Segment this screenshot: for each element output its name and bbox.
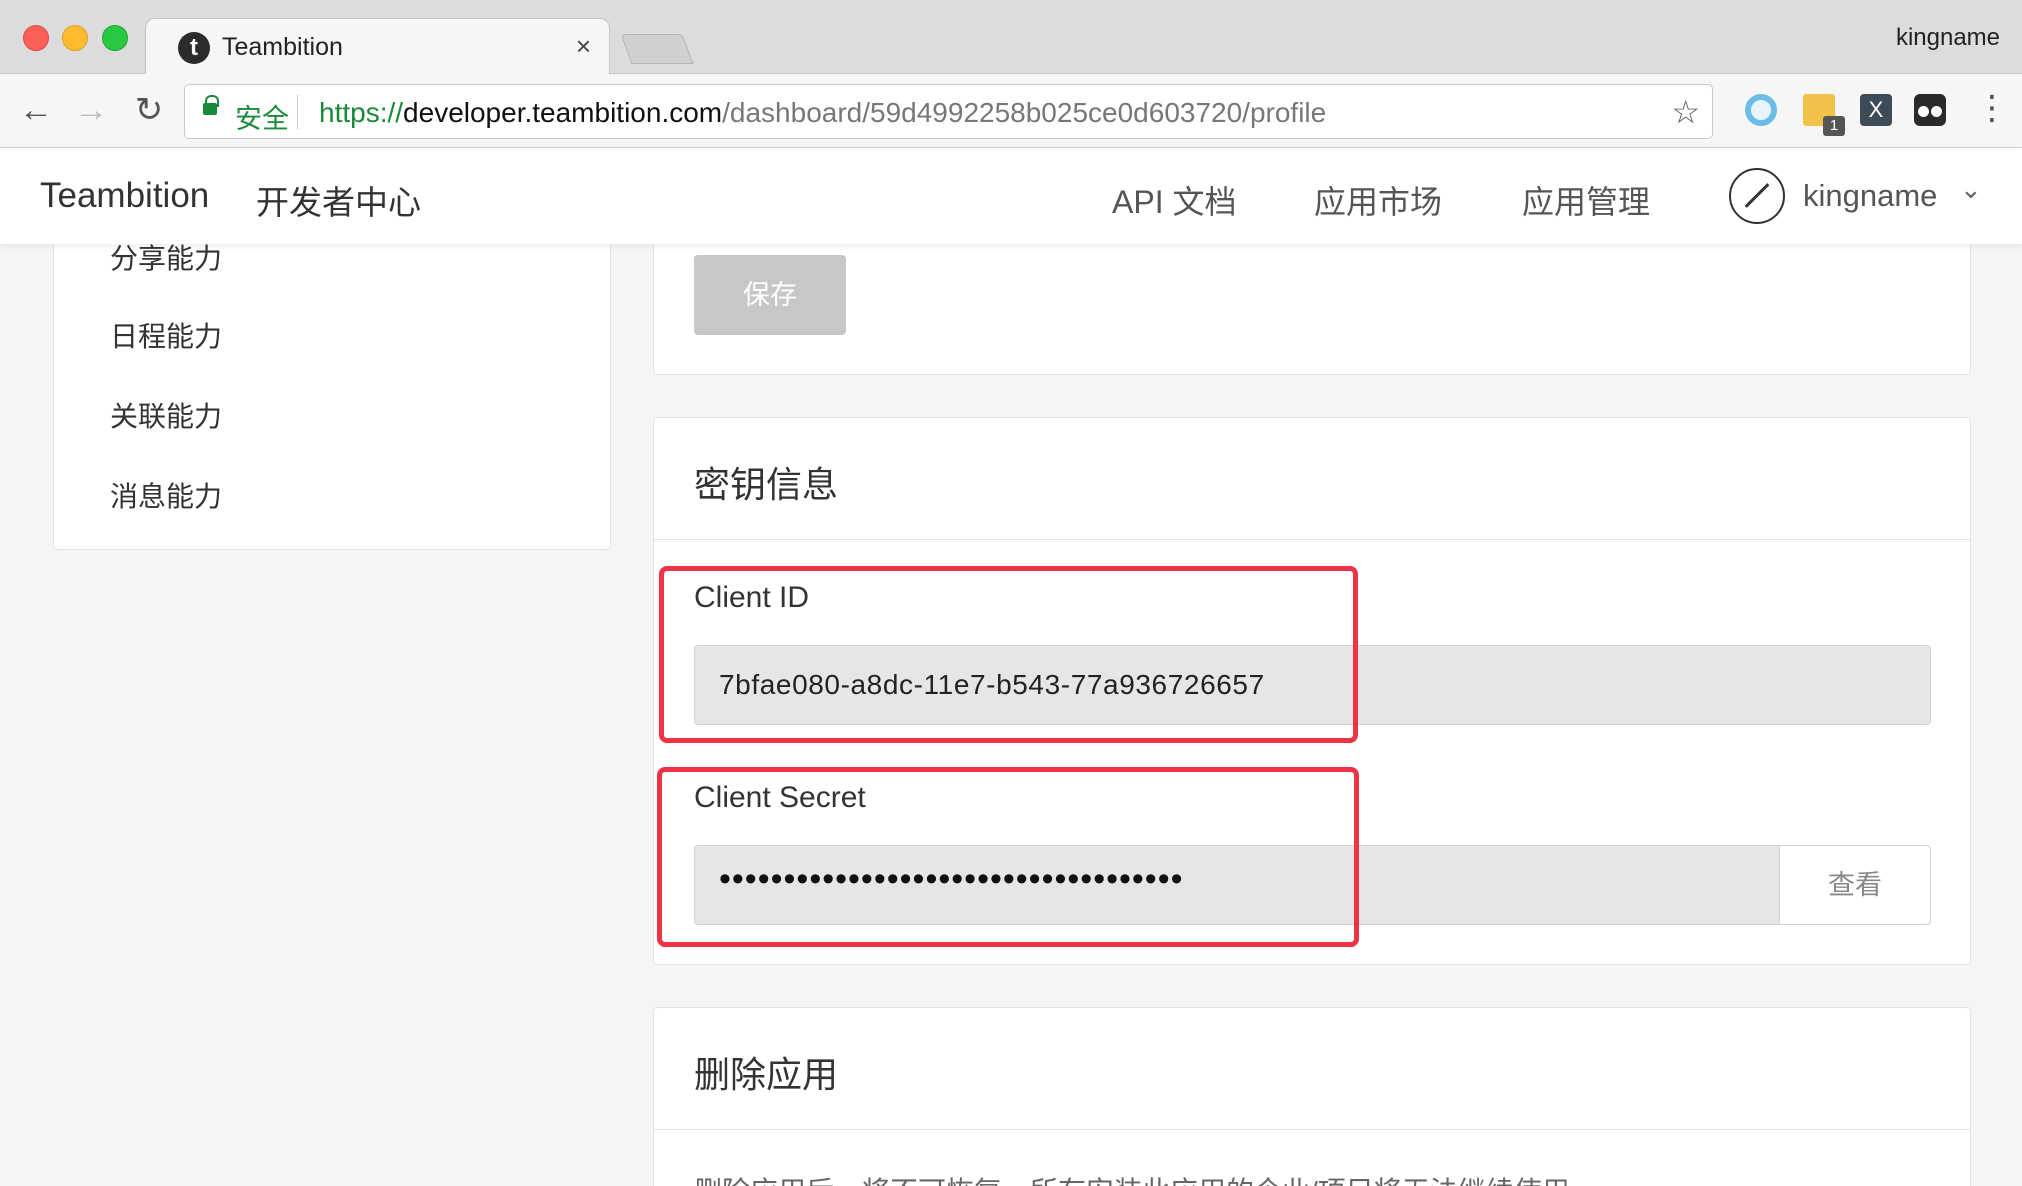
browser-menu-icon[interactable]: ⋮	[1975, 86, 2009, 130]
brand-subtitle[interactable]: 开发者中心	[256, 176, 421, 224]
delete-card-title: 删除应用	[694, 1054, 839, 1095]
brand-logo[interactable]: Teambition	[40, 176, 209, 216]
window-minimize-button[interactable]	[62, 25, 88, 51]
card-divider	[654, 1129, 1970, 1130]
nav-api-docs[interactable]: API 文档	[1112, 177, 1236, 223]
screen: t Teambition × kingname ← → ↻ 安全 https:/…	[0, 0, 2022, 1186]
window-close-button[interactable]	[23, 25, 49, 51]
url-host: developer.teambition.com	[403, 97, 723, 128]
extension-badge: 1	[1823, 116, 1845, 136]
tab-title: Teambition	[222, 33, 343, 61]
delete-card: 删除应用 删除应用后，将不可恢复，所有安装此应用的企业/项目将无法继续使用	[653, 1007, 1971, 1186]
browser-tab-bar: t Teambition × kingname	[0, 0, 2022, 75]
address-divider	[297, 95, 298, 129]
new-tab-button[interactable]	[620, 34, 694, 64]
card-divider	[654, 539, 1970, 540]
url-path: /dashboard/59d4992258b025ce0d603720/prof…	[722, 97, 1327, 128]
x-extension-icon[interactable]: X	[1860, 94, 1892, 126]
ring-extension-icon[interactable]	[1745, 94, 1777, 126]
browser-toolbar: ← → ↻ 安全 https://developer.teambition.co…	[0, 74, 2022, 148]
window-maximize-button[interactable]	[102, 25, 128, 51]
secure-label: 安全	[235, 104, 289, 134]
save-button[interactable]: 保存	[694, 255, 846, 335]
browser-tab-active[interactable]: t Teambition ×	[145, 18, 610, 75]
client-id-highlight	[659, 566, 1358, 743]
keys-card-title: 密钥信息	[694, 464, 839, 505]
sidebar-item-schedule[interactable]: 日程能力	[110, 315, 222, 355]
url-text[interactable]: https://developer.teambition.com/dashboa…	[319, 97, 1326, 129]
teambition-favicon-icon: t	[178, 32, 210, 64]
browser-profile-name[interactable]: kingname	[1896, 24, 2000, 52]
reload-icon[interactable]: ↻	[127, 88, 171, 132]
glasses-extension-icon[interactable]	[1914, 94, 1946, 126]
back-icon[interactable]: ←	[14, 88, 58, 132]
lock-icon	[203, 95, 219, 115]
avatar[interactable]	[1729, 168, 1785, 224]
url-scheme: https://	[319, 97, 404, 128]
site-header: Teambition 开发者中心 API 文档 应用市场 应用管理 kingna…	[0, 148, 2022, 244]
bookmark-star-icon[interactable]: ☆	[1671, 93, 1700, 131]
nav-app-market[interactable]: 应用市场	[1314, 177, 1442, 223]
ruler-extension-icon[interactable]: 1	[1803, 94, 1845, 136]
forward-icon[interactable]: →	[69, 88, 113, 132]
delete-description: 删除应用后，将不可恢复，所有安装此应用的企业/项目将无法继续使用	[694, 1170, 1570, 1186]
sidebar: 分享能力 日程能力 关联能力 消息能力	[53, 200, 611, 550]
chevron-down-icon[interactable]: ⌄	[1960, 174, 1982, 205]
client-secret-highlight	[657, 767, 1359, 947]
nav-app-manage[interactable]: 应用管理	[1522, 177, 1650, 223]
user-name[interactable]: kingname	[1803, 178, 1937, 214]
view-secret-button[interactable]: 查看	[1779, 845, 1931, 925]
sidebar-item-relation[interactable]: 关联能力	[110, 395, 222, 435]
sidebar-item-message[interactable]: 消息能力	[110, 475, 222, 515]
tab-close-icon[interactable]: ×	[576, 31, 591, 62]
address-bar[interactable]: 安全 https://developer.teambition.com/dash…	[184, 84, 1713, 139]
